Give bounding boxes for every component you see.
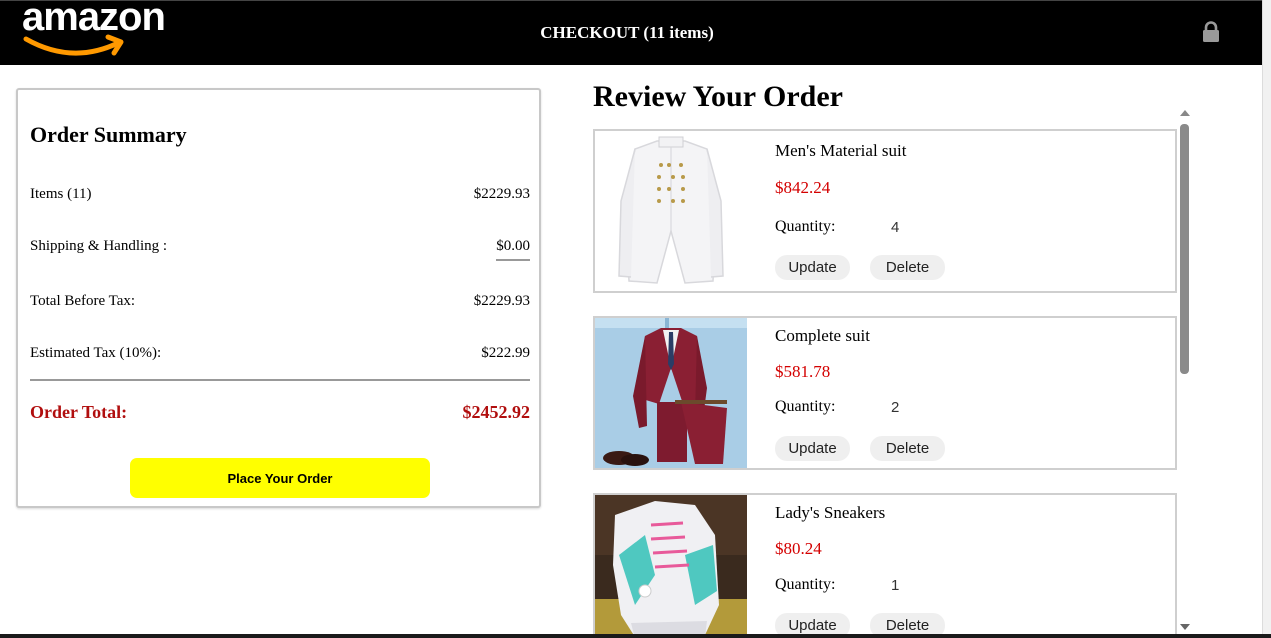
order-item-card: Lady's Sneakers $80.24 Quantity: 1 Updat…: [593, 493, 1177, 634]
delete-button[interactable]: Delete: [870, 613, 945, 634]
scroll-down-arrow-icon[interactable]: [1180, 624, 1190, 630]
update-button[interactable]: Update: [775, 255, 850, 280]
window-bottom-edge: [0, 634, 1271, 638]
review-item-list[interactable]: Men's Material suit $842.24 Quantity: 4 …: [590, 115, 1190, 634]
before-tax-value: $2229.93: [473, 293, 530, 309]
quantity-label: Quantity:: [775, 218, 836, 235]
lock-icon: [1203, 21, 1219, 42]
quantity-value: 2: [891, 399, 900, 416]
order-item-card: Men's Material suit $842.24 Quantity: 4 …: [593, 129, 1177, 293]
tax-value: $222.99: [481, 345, 530, 361]
product-image-sneakers: [595, 495, 747, 634]
white-suit-image: [595, 131, 747, 291]
scroll-up-arrow-icon[interactable]: [1180, 110, 1190, 116]
sneaker-image: [595, 495, 747, 634]
update-button[interactable]: Update: [775, 436, 850, 461]
product-image-maroon-suit: [595, 318, 747, 468]
review-title: Review Your Order: [593, 80, 843, 113]
order-total-value: $2452.92: [462, 402, 531, 422]
maroon-suit-image: [595, 318, 747, 468]
order-total-label: Order Total:: [30, 402, 128, 422]
product-name: Men's Material suit: [775, 141, 907, 160]
place-order-button[interactable]: Place Your Order: [130, 458, 430, 498]
items-value: $2229.93: [473, 186, 530, 202]
order-summary-title: Order Summary: [30, 122, 187, 147]
quantity-label: Quantity:: [775, 398, 836, 415]
items-label: Items (11): [30, 186, 92, 202]
product-name: Complete suit: [775, 326, 870, 345]
shipping-label: Shipping & Handling :: [30, 238, 168, 254]
product-price: $581.78: [775, 362, 831, 381]
tax-label: Estimated Tax (10%):: [30, 345, 162, 361]
delete-button[interactable]: Delete: [870, 255, 945, 280]
product-name: Lady's Sneakers: [775, 503, 886, 522]
window-right-edge: [1262, 0, 1271, 638]
scrollbar-thumb[interactable]: [1180, 124, 1189, 374]
quantity-value: 1: [891, 577, 900, 594]
product-price: $80.24: [775, 539, 822, 558]
shipping-value: $0.00: [496, 238, 530, 261]
update-button[interactable]: Update: [775, 613, 850, 634]
summary-divider: [30, 379, 530, 381]
review-list-scrollbar[interactable]: [1178, 110, 1191, 634]
order-summary-panel: Order Summary Items (11) $2229.93 Shippi…: [16, 88, 541, 508]
delete-button[interactable]: Delete: [870, 436, 945, 461]
before-tax-label: Total Before Tax:: [30, 293, 136, 309]
quantity-value: 4: [891, 219, 900, 236]
product-image-white-suit: [595, 131, 747, 291]
quantity-label: Quantity:: [775, 576, 836, 593]
order-item-card: Complete suit $581.78 Quantity: 2 Update…: [593, 316, 1177, 470]
product-price: $842.24: [775, 178, 831, 197]
checkout-title: CHECKOUT (11 items): [540, 23, 714, 42]
top-header: amazon CHECKOUT (11 items): [0, 0, 1271, 65]
